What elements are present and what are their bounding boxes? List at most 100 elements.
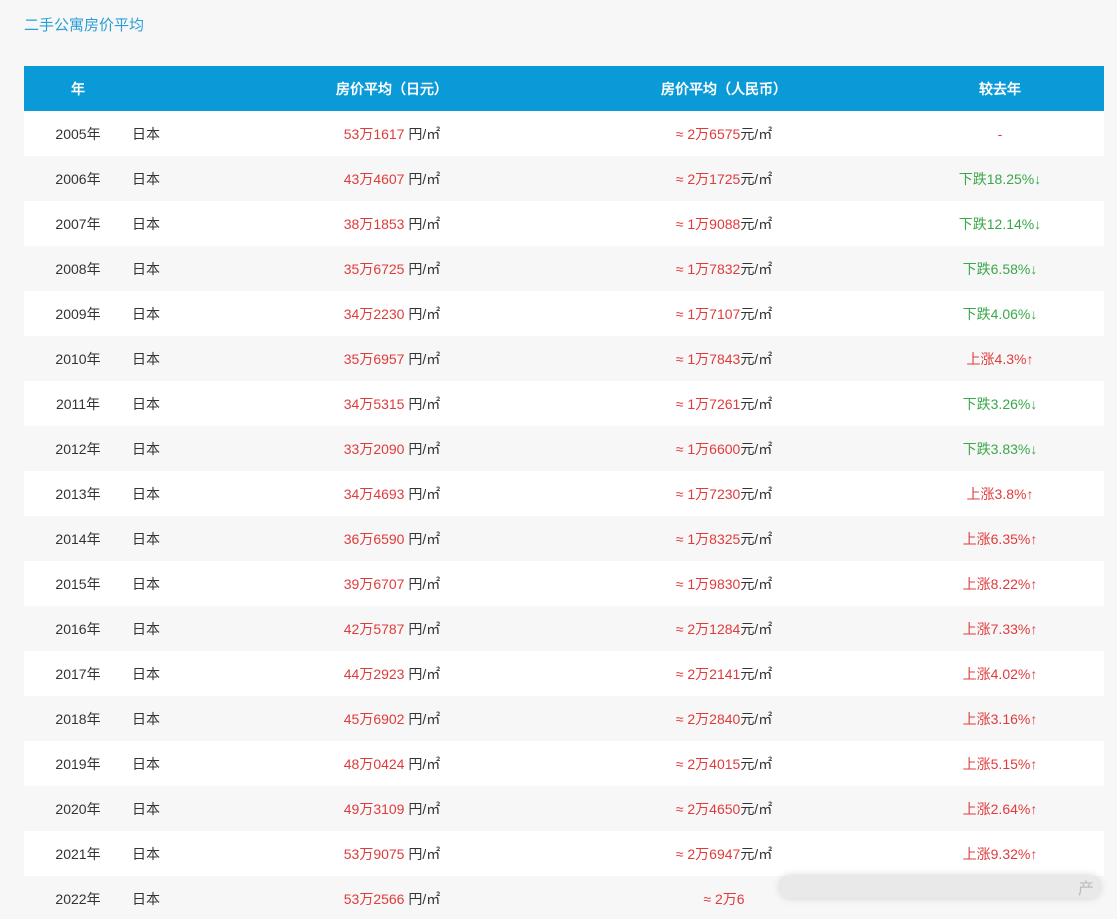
cell-change: 上涨9.32%↑: [962, 845, 1038, 862]
jpy-unit: 円/㎡: [404, 845, 441, 862]
table-row: 2011年 日本 34万5315 円/㎡ ≈ 1万7261元/㎡ 下跌3.26%↓: [24, 381, 1104, 426]
cell-year: 2007年: [55, 215, 101, 232]
cell-change: 下跌4.06%↓: [962, 305, 1038, 322]
cell-country: 日本: [132, 575, 160, 592]
cell-year: 2013年: [55, 485, 101, 502]
jpy-value: 48万0424: [343, 755, 405, 772]
cell-change: -: [997, 125, 1003, 142]
cny-value: ≈ 1万7832: [675, 260, 741, 277]
cell-country: 日本: [132, 845, 160, 862]
jpy-value: 42万5787: [343, 620, 405, 637]
cell-country: 日本: [132, 710, 160, 727]
cny-unit: 元/㎡: [740, 125, 773, 142]
table-row: 2013年 日本 34万4693 円/㎡ ≈ 1万7230元/㎡ 上涨3.8%↑: [24, 471, 1104, 516]
cell-jpy: 48万0424 円/㎡: [232, 754, 552, 774]
table-row: 2021年 日本 53万9075 円/㎡ ≈ 2万6947元/㎡ 上涨9.32%↑: [24, 831, 1104, 876]
cny-unit: 元/㎡: [740, 350, 773, 367]
table-row: 2017年 日本 44万2923 円/㎡ ≈ 2万2141元/㎡ 上涨4.02%↑: [24, 651, 1104, 696]
jpy-value: 35万6725: [343, 260, 405, 277]
jpy-unit: 円/㎡: [404, 305, 441, 322]
jpy-unit: 円/㎡: [404, 755, 441, 772]
cell-jpy: 53万2566 円/㎡: [232, 889, 552, 909]
cny-unit: 元/㎡: [740, 755, 773, 772]
jpy-unit: 円/㎡: [404, 530, 441, 547]
cell-jpy: 42万5787 円/㎡: [232, 619, 552, 639]
cny-value: ≈ 2万1284: [675, 620, 741, 637]
cny-unit: 元/㎡: [740, 620, 773, 637]
jpy-unit: 円/㎡: [404, 890, 441, 907]
watermark-overlay: 产: [780, 876, 1100, 898]
cny-unit: 元/㎡: [740, 170, 773, 187]
cell-jpy: 53万1617 円/㎡: [232, 124, 552, 144]
cell-country: 日本: [132, 755, 160, 772]
cell-change: 上涨5.15%↑: [962, 755, 1038, 772]
header-change: 较去年: [979, 80, 1021, 97]
cell-country: 日本: [132, 350, 160, 367]
header-cny: 房价平均（人民币）: [661, 80, 787, 97]
jpy-value: 33万2090: [343, 440, 405, 457]
cell-year: 2012年: [55, 440, 101, 457]
watermark-text: 产: [1077, 881, 1094, 898]
jpy-unit: 円/㎡: [404, 710, 441, 727]
table-row: 2018年 日本 45万6902 円/㎡ ≈ 2万2840元/㎡ 上涨3.16%↑: [24, 696, 1104, 741]
cny-unit: 元/㎡: [740, 305, 773, 322]
cell-jpy: 44万2923 円/㎡: [232, 664, 552, 684]
table-row: 2014年 日本 36万6590 円/㎡ ≈ 1万8325元/㎡ 上涨6.35%↑: [24, 516, 1104, 561]
cny-value: ≈ 1万7261: [675, 395, 741, 412]
table-row: 2008年 日本 35万6725 円/㎡ ≈ 1万7832元/㎡ 下跌6.58%↓: [24, 246, 1104, 291]
cell-year: 2015年: [55, 575, 101, 592]
cell-cny: ≈ 1万7832元/㎡: [552, 259, 896, 279]
cell-change: 下跌3.83%↓: [962, 440, 1038, 457]
cell-year: 2006年: [55, 170, 101, 187]
cell-change: 上涨2.64%↑: [962, 800, 1038, 817]
cell-jpy: 39万6707 円/㎡: [232, 574, 552, 594]
jpy-value: 39万6707: [343, 575, 405, 592]
cny-value: ≈ 2万6575: [675, 125, 741, 142]
cell-cny: ≈ 1万6600元/㎡: [552, 439, 896, 459]
cell-country: 日本: [132, 215, 160, 232]
cell-country: 日本: [132, 800, 160, 817]
cell-year: 2008年: [55, 260, 101, 277]
cell-change: 下跌6.58%↓: [962, 260, 1038, 277]
table-row: 2019年 日本 48万0424 円/㎡ ≈ 2万4015元/㎡ 上涨5.15%↑: [24, 741, 1104, 786]
cell-cny: ≈ 2万1284元/㎡: [552, 619, 896, 639]
cell-change: 上涨7.33%↑: [962, 620, 1038, 637]
table-body: 2005年 日本 53万1617 円/㎡ ≈ 2万6575元/㎡ -2006年 日本 43万…: [24, 111, 1104, 919]
cell-year: 2022年: [55, 890, 101, 907]
cell-jpy: 35万6957 円/㎡: [232, 349, 552, 369]
cell-country: 日本: [132, 260, 160, 277]
cell-jpy: 34万5315 円/㎡: [232, 394, 552, 414]
cell-year: 2010年: [55, 350, 101, 367]
cell-year: 2011年: [55, 395, 101, 412]
jpy-unit: 円/㎡: [404, 170, 441, 187]
table-row: 2007年 日本 38万1853 円/㎡ ≈ 1万9088元/㎡ 下跌12.14%↓: [24, 201, 1104, 246]
cny-unit: 元/㎡: [740, 710, 773, 727]
cell-country: 日本: [132, 125, 160, 142]
cell-change: 下跌3.26%↓: [962, 395, 1038, 412]
table-row: 2006年 日本 43万4607 円/㎡ ≈ 2万1725元/㎡ 下跌18.25%↓: [24, 156, 1104, 201]
jpy-value: 44万2923: [343, 665, 405, 682]
header-jpy: 房价平均（日元）: [336, 80, 448, 97]
cell-jpy: 36万6590 円/㎡: [232, 529, 552, 549]
cny-unit: 元/㎡: [740, 395, 773, 412]
cell-change: 上涨3.16%↑: [962, 710, 1038, 727]
jpy-unit: 円/㎡: [404, 350, 441, 367]
jpy-unit: 円/㎡: [404, 485, 441, 502]
cell-cny: ≈ 1万7107元/㎡: [552, 304, 896, 324]
cny-value: ≈ 2万2840: [675, 710, 741, 727]
cny-value: ≈ 1万9088: [675, 215, 741, 232]
cell-jpy: 45万6902 円/㎡: [232, 709, 552, 729]
cny-value: ≈ 1万6600: [675, 440, 741, 457]
jpy-unit: 円/㎡: [404, 395, 441, 412]
cell-cny: ≈ 1万7230元/㎡: [552, 484, 896, 504]
jpy-value: 43万4607: [343, 170, 405, 187]
cny-value: ≈ 2万4015: [675, 755, 741, 772]
jpy-unit: 円/㎡: [404, 620, 441, 637]
cell-year: 2021年: [55, 845, 101, 862]
jpy-value: 36万6590: [343, 530, 405, 547]
cell-jpy: 34万2230 円/㎡: [232, 304, 552, 324]
cell-country: 日本: [132, 665, 160, 682]
cny-unit: 元/㎡: [740, 260, 773, 277]
cny-unit: 元/㎡: [740, 845, 773, 862]
cny-value: ≈ 1万9830: [675, 575, 741, 592]
